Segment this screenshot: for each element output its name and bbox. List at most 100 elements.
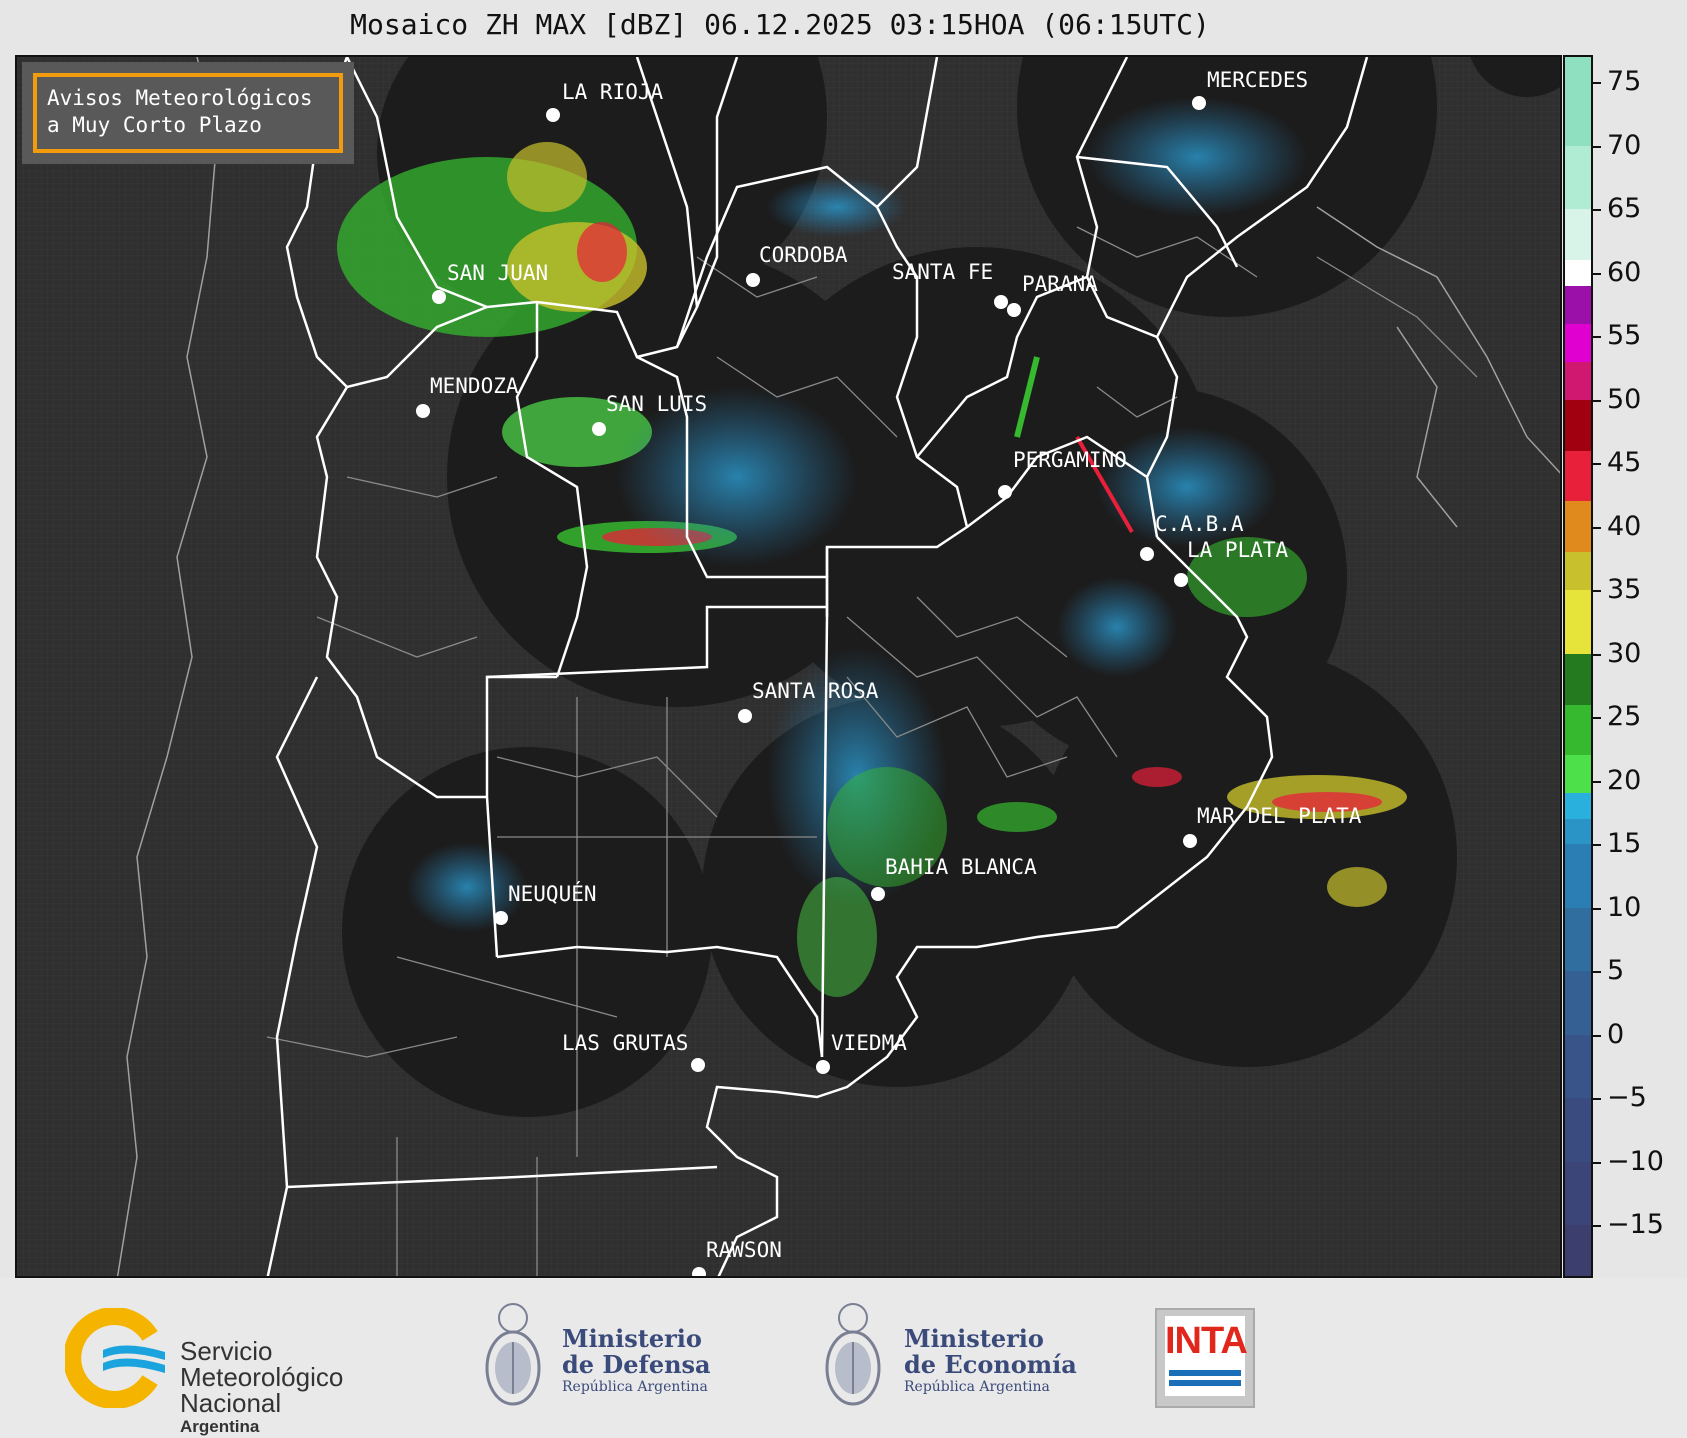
argentina-coat-of-arms-icon <box>825 1303 881 1406</box>
colorbar-tick-label: 10 <box>1607 891 1642 923</box>
economia-line-3: República Argentina <box>904 1379 1050 1395</box>
colorbar-band <box>1565 399 1591 451</box>
colorbar-band <box>1565 323 1591 362</box>
colorbar-tick <box>1593 526 1601 529</box>
radar-map-canvas: LA RIOJA SAN JUAN CORDOBA SANTA FE PARAN… <box>17 57 1560 1276</box>
city-marker-neuquen[interactable] <box>494 911 508 925</box>
smn-line-2: Meteorológico <box>180 1362 344 1392</box>
smn-line-3: Nacional <box>180 1388 282 1418</box>
defensa-line-3: República Argentina <box>562 1379 708 1395</box>
colorbar-tick <box>1593 971 1601 974</box>
smn-logo[interactable]: Servicio Meteorológico Nacional Argentin… <box>63 1307 385 1436</box>
colorbar-band <box>1565 704 1591 756</box>
colorbar-tick <box>1593 653 1601 656</box>
city-label-rawson: RAWSON <box>706 1238 782 1262</box>
colorbar-tick-label: 35 <box>1607 574 1642 606</box>
colorbar-axis: 75 70 65 60 55 50 45 40 35 30 25 20 15 10 5 0 −5 −10 −15 <box>1593 55 1687 1278</box>
colorbar-tick-label: 75 <box>1607 66 1642 98</box>
colorbar-band <box>1565 1161 1591 1226</box>
footer-logos: Servicio Meteorológico Nacional Argentin… <box>0 1278 1687 1438</box>
colorbar-tick <box>1593 463 1601 466</box>
colorbar-band <box>1565 653 1591 705</box>
city-marker-pergamino[interactable] <box>998 485 1012 499</box>
colorbar-tick-label: −15 <box>1607 1209 1664 1241</box>
colorbar-tick <box>1593 717 1601 720</box>
city-label-parana: PARANA <box>1022 272 1098 296</box>
defensa-line-1: Ministerio <box>562 1324 702 1353</box>
economia-logo[interactable]: Ministerio de Economía República Argenti… <box>818 1298 1088 1418</box>
economia-line-2: de Economía <box>904 1350 1077 1379</box>
colorbar-tick <box>1593 145 1601 148</box>
colorbar-band <box>1565 907 1591 972</box>
city-marker-la-rioja[interactable] <box>546 108 560 122</box>
city-marker-bahia-blanca[interactable] <box>871 887 885 901</box>
economia-line-1: Ministerio <box>904 1324 1044 1353</box>
city-label-santa-fe: SANTA FE <box>892 260 993 284</box>
colorbar-band <box>1565 552 1591 591</box>
colorbar-band <box>1565 590 1591 654</box>
colorbar-band <box>1565 1034 1591 1099</box>
colorbar-band <box>1565 501 1591 553</box>
defensa-logo[interactable]: Ministerio de Defensa República Argentin… <box>478 1298 738 1418</box>
city-marker-san-luis[interactable] <box>592 422 606 436</box>
city-marker-las-grutas[interactable] <box>691 1058 705 1072</box>
colorbar-tick <box>1593 907 1601 910</box>
colorbar-tick-label: 40 <box>1607 510 1642 542</box>
city-label-santa-rosa: SANTA ROSA <box>752 679 879 703</box>
colorbar-tick-label: 50 <box>1607 383 1642 415</box>
argentina-coat-of-arms-icon <box>485 1303 541 1406</box>
notice-line-2: a Muy Corto Plazo <box>47 113 262 137</box>
colorbar-tick <box>1593 272 1601 275</box>
map-title: Mosaico ZH MAX [dBZ] 06.12.2025 03:15HOA… <box>350 8 1210 41</box>
colorbar-tick-label: −5 <box>1607 1082 1647 1114</box>
colorbar-band <box>1565 1225 1591 1276</box>
colorbar-tick-label: −10 <box>1607 1145 1664 1177</box>
city-label-caba: C.A.B.A <box>1155 512 1244 536</box>
colorbar-tick <box>1593 1225 1601 1228</box>
city-marker-mercedes[interactable] <box>1192 96 1206 110</box>
smn-line-4: Argentina <box>180 1417 260 1436</box>
city-marker-san-juan[interactable] <box>432 290 446 304</box>
city-label-san-juan: SAN JUAN <box>447 261 548 285</box>
city-marker-santa-fe[interactable] <box>994 295 1008 309</box>
colorbar-band <box>1565 57 1591 146</box>
notice-panel: Avisos Meteorológicos a Muy Corto Plazo <box>22 62 354 164</box>
city-marker-cordoba[interactable] <box>746 273 760 287</box>
inta-wordmark: INTA <box>1165 1320 1248 1362</box>
colorbar-tick-label: 65 <box>1607 193 1642 225</box>
colorbar-band <box>1565 971 1591 1035</box>
notice-frame: Avisos Meteorológicos a Muy Corto Plazo <box>33 73 343 153</box>
city-label-viedma: VIEDMA <box>831 1031 907 1055</box>
colorbar-tick <box>1593 590 1601 593</box>
colorbar-band <box>1565 361 1591 400</box>
city-marker-mendoza[interactable] <box>416 404 430 418</box>
colorbar-band <box>1565 450 1591 502</box>
colorbar-tick <box>1593 82 1601 85</box>
city-marker-mar-del-plata[interactable] <box>1183 834 1197 848</box>
city-marker-santa-rosa[interactable] <box>738 709 752 723</box>
city-label-mar-del-plata: MAR DEL PLATA <box>1197 804 1362 828</box>
colorbar-tick-label: 20 <box>1607 764 1642 796</box>
colorbar-tick-label: 15 <box>1607 828 1642 860</box>
colorbar-band <box>1565 844 1591 908</box>
city-marker-viedma[interactable] <box>816 1060 830 1074</box>
city-label-pergamino: PERGAMINO <box>1013 448 1127 472</box>
radar-map[interactable]: LA RIOJA SAN JUAN CORDOBA SANTA FE PARAN… <box>15 55 1562 1278</box>
colorbar-tick-label: 55 <box>1607 320 1642 352</box>
colorbar-tick-label: 60 <box>1607 256 1642 288</box>
city-label-mercedes: MERCEDES <box>1207 68 1308 92</box>
city-label-san-luis: SAN LUIS <box>606 392 707 416</box>
city-marker-caba[interactable] <box>1140 547 1154 561</box>
colorbar-tick-label: 45 <box>1607 447 1642 479</box>
colorbar-tick <box>1593 1098 1601 1101</box>
colorbar-band <box>1565 1098 1591 1162</box>
colorbar-tick-label: 25 <box>1607 701 1642 733</box>
colorbar-tick-label: 30 <box>1607 637 1642 669</box>
city-label-la-plata: LA PLATA <box>1187 538 1289 562</box>
defensa-line-2: de Defensa <box>562 1350 711 1379</box>
inta-logo[interactable]: INTA <box>1155 1308 1255 1408</box>
smn-emblem-icon <box>63 1307 165 1409</box>
notice-line-1: Avisos Meteorológicos <box>47 86 313 110</box>
city-marker-la-plata[interactable] <box>1174 573 1188 587</box>
city-marker-parana[interactable] <box>1007 303 1021 317</box>
